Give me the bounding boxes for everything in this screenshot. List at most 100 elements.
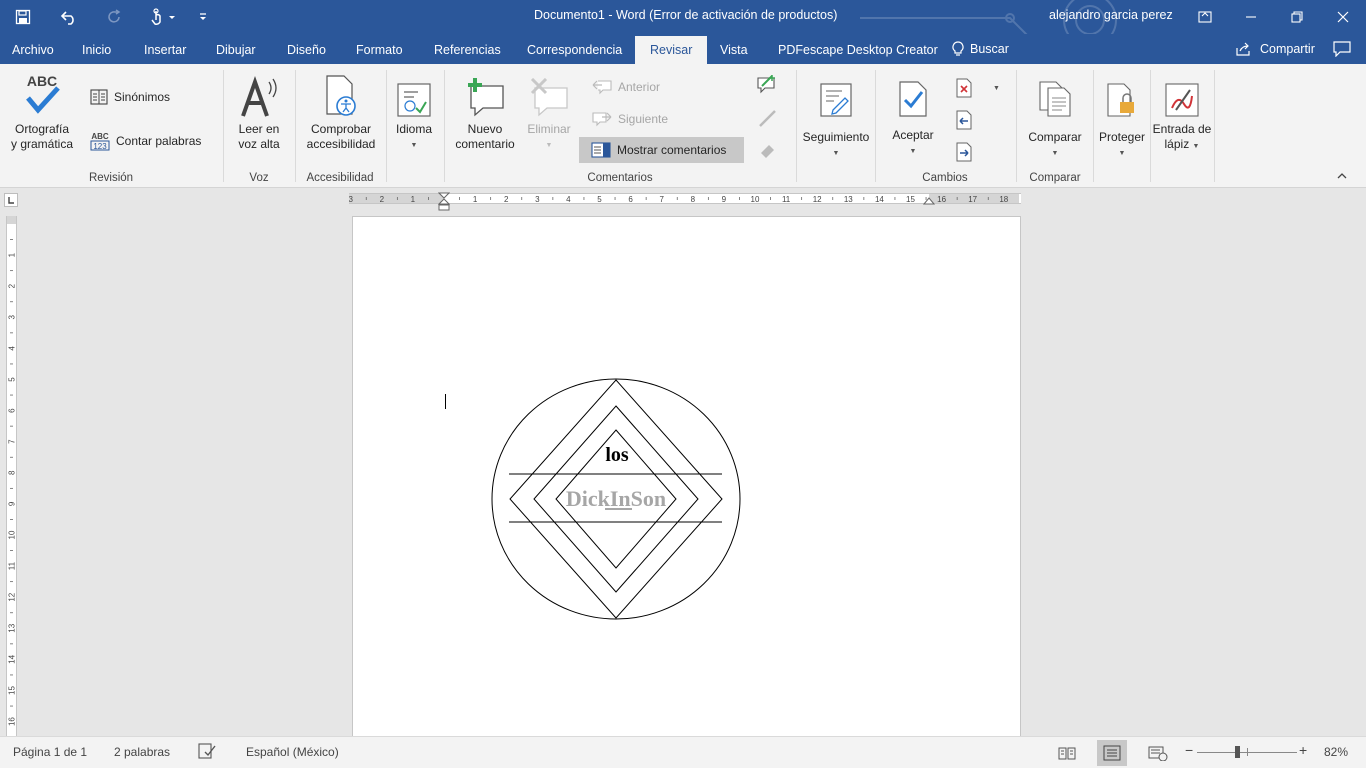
reject-change-button[interactable]: ▼ <box>955 78 1000 98</box>
spelling-label-1: Ortografía <box>14 122 70 136</box>
word-count-status[interactable]: 2 palabras <box>114 745 170 759</box>
chevron-down-icon: ▼ <box>993 85 1000 92</box>
tab-insertar[interactable]: Insertar <box>144 34 186 64</box>
ruler-tick-label: 8 <box>691 195 696 203</box>
read-aloud-label-2: voz alta <box>238 137 280 151</box>
pen-button[interactable] <box>758 108 778 128</box>
ink-comment-button[interactable] <box>756 74 778 96</box>
ribbon-display-options-button[interactable] <box>1182 0 1228 34</box>
redo-icon <box>108 9 121 23</box>
tab-dibujar[interactable]: Dibujar <box>216 34 256 64</box>
chevron-down-icon: ▼ <box>832 150 840 157</box>
document-page[interactable]: los DickInSon <box>352 216 1021 736</box>
pen-icon <box>759 110 776 127</box>
next-change-button[interactable] <box>955 142 973 162</box>
tab-vista[interactable]: Vista <box>720 34 748 64</box>
tab-archivo[interactable]: Archivo <box>12 34 54 64</box>
ruler-tick-label: 17 <box>968 195 977 203</box>
print-layout-button[interactable] <box>1097 740 1127 766</box>
window-title: Documento1 - Word (Error de activación d… <box>534 8 838 22</box>
right-indent-marker-icon[interactable] <box>923 194 935 206</box>
comments-pane-button[interactable] <box>1333 41 1351 60</box>
previous-comment-button[interactable]: Anterior <box>592 79 660 95</box>
protect-button[interactable]: Proteger ▼ <box>1097 72 1147 161</box>
read-aloud-button[interactable]: Leer en voz alta <box>232 72 286 152</box>
drawing-shape-group[interactable]: los DickInSon <box>490 378 742 620</box>
group-label-revision: Revisión <box>88 172 134 184</box>
accept-button[interactable]: Aceptar ▼ <box>884 72 942 159</box>
save-button[interactable] <box>0 0 46 34</box>
show-comments-label: Mostrar comentarios <box>617 143 727 157</box>
ink-input-button[interactable]: Entrada de lápiz ▼ <box>1152 72 1212 154</box>
eraser-button[interactable] <box>758 140 778 160</box>
zoom-in-button[interactable]: + <box>1299 742 1307 758</box>
word-count-button[interactable]: ABC 123 Contar palabras <box>90 131 201 151</box>
indent-marker-icon[interactable] <box>438 192 450 214</box>
compare-button[interactable]: Comparar ▼ <box>1024 72 1086 161</box>
ink-input-label-2: lápiz <box>1164 137 1190 151</box>
read-mode-button[interactable] <box>1052 740 1082 766</box>
new-comment-label-2: comentario <box>455 137 515 151</box>
user-name[interactable]: alejandro garcia perez <box>1049 8 1173 22</box>
vertical-ruler[interactable]: 1 2 3 4 5 6 7 8 9 10 11 12 13 14 15 16 <box>6 216 17 736</box>
ruler-tick-label: 18 <box>999 195 1008 203</box>
collapse-ribbon-button[interactable] <box>1337 172 1347 183</box>
close-window-button[interactable] <box>1320 0 1366 34</box>
delete-comment-label: Eliminar <box>527 122 571 136</box>
lightbulb-icon <box>952 41 964 56</box>
minimize-button[interactable] <box>1228 0 1274 34</box>
ruler-tick-label: 3 <box>535 195 540 203</box>
customize-qat-button[interactable] <box>188 0 218 34</box>
language-button[interactable]: Idioma ▼ <box>392 72 436 153</box>
check-accessibility-button[interactable]: Comprobar accesibilidad <box>303 72 379 152</box>
language-status[interactable]: Español (México) <box>246 745 339 759</box>
tab-referencias[interactable]: Referencias <box>434 34 501 64</box>
touch-mode-button[interactable] <box>138 0 188 34</box>
undo-button[interactable] <box>46 0 92 34</box>
ruler-tick-label: 16 <box>937 195 946 203</box>
proofing-status-button[interactable] <box>198 743 216 762</box>
new-comment-button[interactable]: Nuevo comentario <box>450 72 520 152</box>
proofing-icon <box>198 743 216 759</box>
synonyms-label: Sinónimos <box>114 90 171 104</box>
web-layout-icon <box>1148 746 1168 761</box>
zoom-slider-thumb[interactable] <box>1235 746 1240 758</box>
protect-label: Proteger <box>1098 130 1146 144</box>
share-button[interactable]: Compartir <box>1236 34 1315 64</box>
previous-change-button[interactable] <box>955 110 973 130</box>
tab-pdfescape[interactable]: PDFescape Desktop Creator <box>778 34 938 64</box>
redo-button[interactable] <box>92 0 138 34</box>
group-separator <box>223 70 224 182</box>
chevron-down-icon: ▼ <box>1118 150 1126 157</box>
tab-revisar[interactable]: Revisar <box>635 36 708 64</box>
zoom-level[interactable]: 82% <box>1324 745 1348 759</box>
ruler-tick-label: 5 <box>597 195 602 203</box>
web-layout-button[interactable] <box>1143 740 1173 766</box>
tracking-label: Seguimiento <box>802 130 870 144</box>
new-comment-icon <box>468 78 504 117</box>
tab-formato[interactable]: Formato <box>356 34 403 64</box>
next-comment-button[interactable]: Siguiente <box>592 111 668 127</box>
zoom-out-button[interactable]: − <box>1185 742 1193 758</box>
tell-me-search[interactable]: Buscar <box>952 34 1009 64</box>
tab-diseno[interactable]: Diseño <box>287 34 326 64</box>
previous-comment-icon <box>592 80 612 95</box>
synonyms-button[interactable]: Sinónimos <box>90 89 170 105</box>
delete-comment-button[interactable]: Eliminar ▼ <box>522 72 576 153</box>
previous-change-icon <box>956 110 972 130</box>
tracking-button[interactable]: Seguimiento ▼ <box>800 72 872 161</box>
tab-inicio[interactable]: Inicio <box>82 34 111 64</box>
ruler-tick-label: 12 <box>8 592 17 601</box>
new-comment-label-1: Nuevo <box>467 122 503 136</box>
compare-label: Comparar <box>1028 130 1082 144</box>
page-count[interactable]: Página 1 de 1 <box>13 745 87 759</box>
tab-selector[interactable] <box>4 193 18 207</box>
ink-comment-icon <box>757 75 775 94</box>
tab-stop-icon <box>8 197 14 204</box>
spelling-grammar-button[interactable]: ABC Ortografía y gramática <box>8 72 76 152</box>
ruler-tick-label: 14 <box>8 654 17 663</box>
tab-correspondencia[interactable]: Correspondencia <box>527 34 622 64</box>
horizontal-ruler[interactable]: 3 2 1 1 2 3 4 5 6 7 8 9 10 11 12 13 14 15 16 17 18 <box>349 192 1021 211</box>
restore-button[interactable] <box>1274 0 1320 34</box>
show-comments-button[interactable]: Mostrar comentarios <box>579 137 744 163</box>
